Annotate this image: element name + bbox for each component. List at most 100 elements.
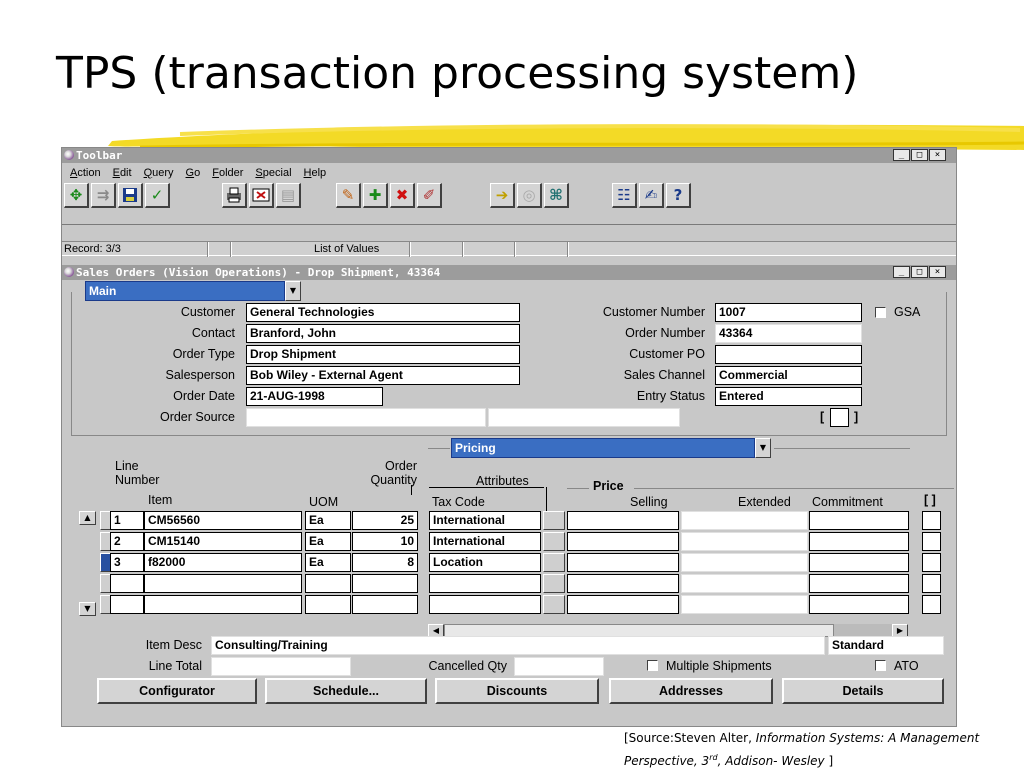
order-type-field[interactable]: Drop Shipment [246, 345, 520, 364]
line-number-cell[interactable] [110, 595, 144, 614]
descriptive-flexfield[interactable] [830, 408, 849, 427]
price-attributes-indicator[interactable] [543, 511, 565, 530]
commitment-cell[interactable] [809, 532, 909, 551]
customer-po-field[interactable] [715, 345, 862, 364]
menu-go[interactable]: Go [186, 167, 201, 181]
schedule-button[interactable]: Schedule... [265, 678, 427, 704]
line-flexfield[interactable] [922, 532, 941, 551]
item-cell[interactable]: CM56560 [144, 511, 302, 530]
minimize-icon[interactable]: _ [893, 149, 910, 161]
selling-price-cell[interactable] [567, 553, 679, 572]
line-flexfield[interactable] [922, 511, 941, 530]
uom-cell[interactable] [305, 595, 351, 614]
tax-code-cell[interactable]: International [429, 532, 541, 551]
ato-checkbox[interactable] [875, 660, 886, 671]
salesperson-field[interactable]: Bob Wiley - External Agent [246, 366, 520, 385]
quantity-cell[interactable]: 25 [352, 511, 418, 530]
discounts-button[interactable]: Discounts [435, 678, 599, 704]
uom-cell[interactable] [305, 574, 351, 593]
line-number-cell[interactable]: 3 [110, 553, 144, 572]
attachment-icon[interactable]: ⌘ [544, 183, 569, 208]
multiple-shipments-checkbox[interactable] [647, 660, 658, 671]
tax-code-cell[interactable] [429, 595, 541, 614]
maximize-icon[interactable]: □ [911, 149, 928, 161]
sales-channel-field[interactable]: Commercial [715, 366, 862, 385]
customer-field[interactable]: General Technologies [246, 303, 520, 322]
minimize-icon[interactable]: _ [893, 266, 910, 278]
price-attributes-indicator[interactable] [543, 574, 565, 593]
order-source-reference-field[interactable] [488, 408, 680, 427]
delete-record-icon[interactable]: ✖ [390, 183, 415, 208]
commitment-cell[interactable] [809, 574, 909, 593]
folder-tools-icon[interactable]: ☷ [612, 183, 637, 208]
uom-cell[interactable]: Ea [305, 532, 351, 551]
close-icon[interactable]: × [929, 149, 946, 161]
menu-help[interactable]: Help [304, 167, 327, 181]
contact-field[interactable]: Branford, John [246, 324, 520, 343]
order-date-field[interactable]: 21-AUG-1998 [246, 387, 383, 406]
close-form-icon[interactable] [249, 183, 274, 208]
price-attributes-indicator[interactable] [543, 595, 565, 614]
configurator-button[interactable]: Configurator [97, 678, 257, 704]
price-attributes-indicator[interactable] [543, 532, 565, 551]
save-icon[interactable] [118, 183, 143, 208]
menu-special[interactable]: Special [255, 167, 291, 181]
menu-folder[interactable]: Folder [212, 167, 243, 181]
item-cell[interactable]: f82000 [144, 553, 302, 572]
line-flexfield[interactable] [922, 595, 941, 614]
maximize-icon[interactable]: □ [911, 266, 928, 278]
zoom-icon[interactable]: ▤ [276, 183, 301, 208]
tax-code-cell[interactable] [429, 574, 541, 593]
item-cell[interactable] [144, 595, 302, 614]
selling-price-cell[interactable] [567, 511, 679, 530]
new-record-icon[interactable]: ✥ [64, 183, 89, 208]
check-icon[interactable]: ✓ [145, 183, 170, 208]
quantity-cell[interactable]: 8 [352, 553, 418, 572]
addresses-button[interactable]: Addresses [609, 678, 773, 704]
uom-cell[interactable]: Ea [305, 553, 351, 572]
line-number-cell[interactable] [110, 574, 144, 593]
close-icon[interactable]: × [929, 266, 946, 278]
menu-query[interactable]: Query [144, 167, 174, 181]
selling-price-cell[interactable] [567, 532, 679, 551]
source-suffix: ] [824, 754, 834, 768]
print-icon[interactable] [222, 183, 247, 208]
selling-price-cell[interactable] [567, 574, 679, 593]
quantity-cell[interactable]: 10 [352, 532, 418, 551]
customer-number-field[interactable]: 1007 [715, 303, 862, 322]
line-number-cell[interactable]: 1 [110, 511, 144, 530]
scroll-down-icon[interactable]: ▼ [79, 602, 96, 616]
gsa-checkbox[interactable] [875, 307, 886, 318]
line-flexfield[interactable] [922, 553, 941, 572]
commitment-cell[interactable] [809, 511, 909, 530]
commitment-cell[interactable] [809, 553, 909, 572]
translate-icon[interactable]: ◎ [517, 183, 542, 208]
order-source-field[interactable] [246, 408, 486, 427]
copy-icon[interactable]: ⇉ [91, 183, 116, 208]
chevron-down-icon[interactable]: ▼ [755, 438, 771, 458]
selling-price-cell[interactable] [567, 595, 679, 614]
add-record-icon[interactable]: ✚ [363, 183, 388, 208]
line-flexfield[interactable] [922, 574, 941, 593]
scroll-up-icon[interactable]: ▲ [79, 511, 96, 525]
quantity-cell[interactable] [352, 574, 418, 593]
help-icon[interactable]: ? [666, 183, 691, 208]
tax-code-cell[interactable]: Location [429, 553, 541, 572]
menu-edit[interactable]: Edit [113, 167, 132, 181]
menu-action[interactable]: Action [70, 167, 101, 181]
line-number-cell[interactable]: 2 [110, 532, 144, 551]
price-attributes-indicator[interactable] [543, 553, 565, 572]
commitment-cell[interactable] [809, 595, 909, 614]
source-publisher: , Addison- Wesley [717, 754, 825, 768]
region-selector-pricing[interactable]: Pricing [451, 438, 755, 458]
tax-code-cell[interactable]: International [429, 511, 541, 530]
next-icon[interactable]: ➔ [490, 183, 515, 208]
clear-icon[interactable]: ✐ [417, 183, 442, 208]
item-cell[interactable] [144, 574, 302, 593]
item-cell[interactable]: CM15140 [144, 532, 302, 551]
edit-field-icon[interactable]: ✍ [639, 183, 664, 208]
edit-icon[interactable]: ✎ [336, 183, 361, 208]
quantity-cell[interactable] [352, 595, 418, 614]
details-button[interactable]: Details [782, 678, 944, 704]
uom-cell[interactable]: Ea [305, 511, 351, 530]
